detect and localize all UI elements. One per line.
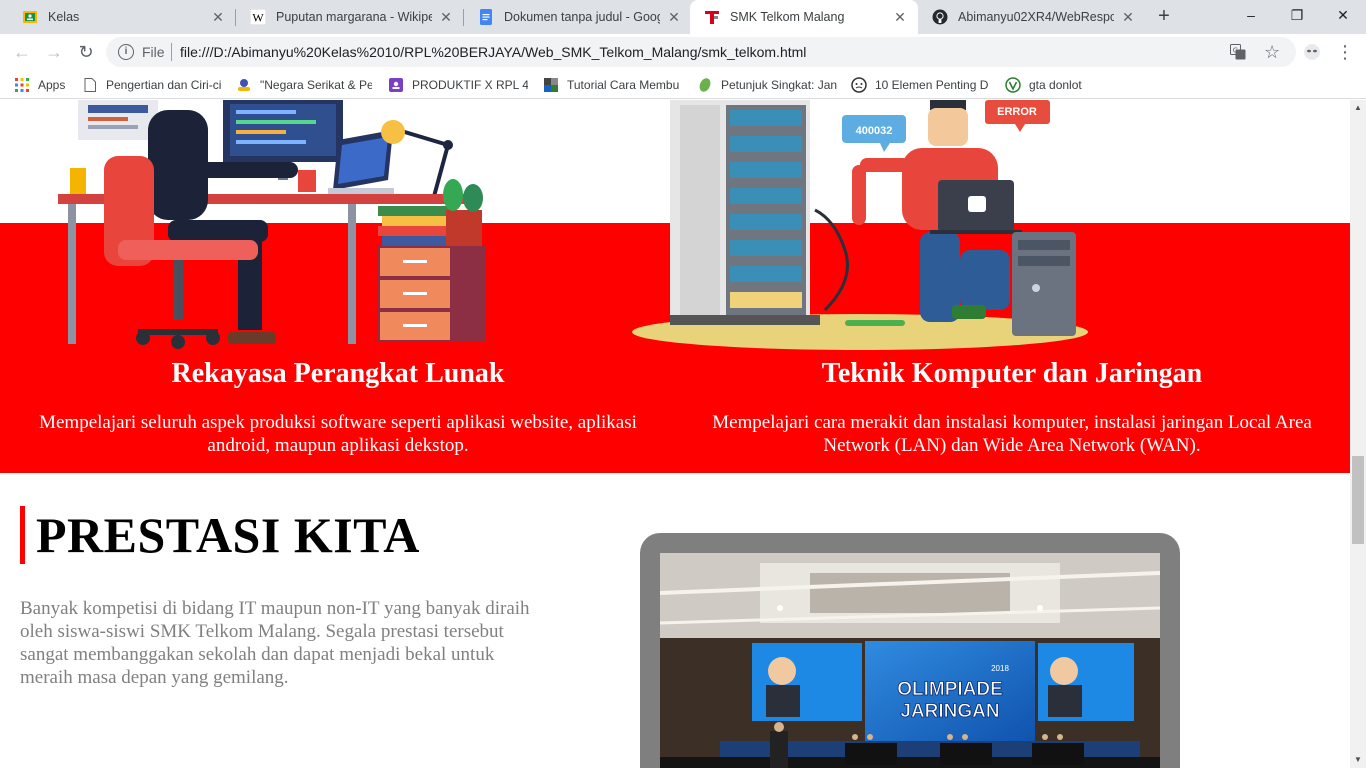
tab-strip: Kelas ✕ W Puputan margarana - Wikipedia …	[0, 0, 1366, 34]
tab-title: Abimanyu02XR4/WebResponsive	[958, 10, 1114, 24]
site-icon	[236, 77, 252, 93]
address-bar[interactable]: i File file:///D:/Abimanyu%20Kelas%2010/…	[106, 37, 1296, 67]
tab-title: SMK Telkom Malang	[730, 10, 845, 24]
olimpiade-jaringan-photo: 2018 OLIMPIADE JARINGAN	[660, 553, 1160, 768]
prestasi-paragraph: Banyak kompetisi di bidang IT maupun non…	[20, 598, 530, 688]
close-tab-icon[interactable]: ✕	[438, 9, 454, 25]
scroll-up-icon[interactable]: ▲	[1350, 100, 1366, 116]
bookmark-label: gta donlot	[1029, 78, 1082, 92]
menu-icon[interactable]: ⋮	[1333, 40, 1357, 64]
maximize-button[interactable]: ❐	[1274, 0, 1320, 30]
classroom-icon	[388, 77, 404, 93]
scheme-label: File	[142, 44, 165, 60]
tab-title: Dokumen tanpa judul - Google Dokumen	[504, 10, 660, 24]
major-title-tkj: Teknik Komputer dan Jaringan	[821, 358, 1203, 389]
close-window-button[interactable]: ✕	[1320, 0, 1366, 30]
page-viewport: 400032 ERROR Rekayasa Perangkat Lunak Me…	[0, 100, 1350, 768]
close-tab-icon[interactable]: ✕	[210, 9, 226, 25]
leaf-icon	[697, 77, 713, 93]
bookmark-label: "Negara Serikat & Pe	[260, 78, 372, 92]
svg-text:W: W	[252, 11, 264, 25]
omnibox-divider	[171, 43, 172, 61]
bookmark-item[interactable]: PRODUKTIF X RPL 4 -	[388, 76, 528, 94]
major-description-rpl: Mempelajari seluruh aspek produksi softw…	[39, 412, 637, 456]
screen-title-line1: OLIMPIADE	[897, 679, 1003, 700]
bookmark-label: Pengertian dan Ciri-ciri	[106, 78, 222, 92]
svg-text:G: G	[1233, 47, 1238, 55]
page-icon	[82, 77, 98, 93]
bookmark-label: Petunjuk Singkat: Jan	[721, 78, 837, 92]
bookmark-label: PRODUKTIF X RPL 4 -	[412, 78, 528, 92]
reload-button[interactable]: ↻	[74, 40, 98, 64]
url-text[interactable]: file:///D:/Abimanyu%20Kelas%2010/RPL%20B…	[180, 44, 806, 60]
scrollbar-thumb[interactable]	[1352, 456, 1364, 544]
tab-github[interactable]: Abimanyu02XR4/WebResponsive ✕	[918, 0, 1146, 34]
section-accent-bar	[20, 506, 25, 564]
bookmark-label: Tutorial Cara Membu	[567, 78, 680, 92]
close-tab-icon[interactable]: ✕	[666, 9, 682, 25]
tab-wikipedia[interactable]: W Puputan margarana - Wikipedia ✕	[236, 0, 464, 34]
bookmark-item[interactable]: 10 Elemen Penting D	[851, 76, 991, 94]
tab-google-docs[interactable]: Dokumen tanpa judul - Google Dokumen ✕	[464, 0, 692, 34]
bubble-error-label: ERROR	[997, 106, 1037, 118]
back-button[interactable]: ←	[10, 40, 34, 64]
bookmark-item[interactable]: Pengertian dan Ciri-ciri	[82, 76, 222, 94]
close-tab-icon[interactable]: ✕	[892, 9, 908, 25]
bookmarks-bar: Apps Pengertian dan Ciri-ciri "Negara Se…	[0, 70, 1366, 99]
tab-title: Puputan margarana - Wikipedia	[276, 10, 432, 24]
major-description-tkj: Mempelajari cara merakit dan instalasi k…	[712, 412, 1312, 456]
star-icon[interactable]: ☆	[1264, 42, 1280, 63]
close-tab-icon[interactable]: ✕	[1120, 9, 1136, 25]
prestasi-heading: PRESTASI KITA	[36, 507, 420, 563]
bubble-number-label: 400032	[856, 125, 893, 137]
bookmark-label: Apps	[38, 78, 66, 92]
network-technician-illustration: 400032 ERROR	[632, 100, 1088, 350]
bookmark-item[interactable]: gta donlot	[1005, 76, 1105, 94]
wikipedia-icon: W	[250, 9, 266, 25]
bookmark-item[interactable]: "Negara Serikat & Pe	[236, 76, 372, 94]
tab-smk-telkom[interactable]: SMK Telkom Malang ✕	[690, 0, 918, 34]
browser-toolbar: ← → ↻ i File file:///D:/Abimanyu%20Kelas…	[0, 34, 1366, 70]
site-icon	[851, 77, 867, 93]
bookmark-item[interactable]: Tutorial Cara Membu	[543, 76, 683, 94]
github-icon	[932, 9, 948, 25]
tab-kelas[interactable]: Kelas ✕	[8, 0, 236, 34]
translate-icon[interactable]: G	[1230, 44, 1246, 64]
new-tab-button[interactable]: +	[1152, 5, 1176, 29]
google-classroom-icon	[22, 9, 38, 25]
forward-button[interactable]: →	[42, 40, 66, 64]
google-docs-icon	[478, 9, 494, 25]
scroll-down-icon[interactable]: ▼	[1350, 752, 1366, 768]
extension-icon[interactable]	[1300, 40, 1324, 64]
major-title-rpl: Rekayasa Perangkat Lunak	[171, 358, 505, 389]
bookmark-item[interactable]: Petunjuk Singkat: Jan	[697, 76, 837, 94]
site-icon	[543, 77, 559, 93]
page-scrollbar[interactable]: ▲ ▼	[1350, 100, 1366, 768]
minimize-button[interactable]: –	[1228, 0, 1274, 30]
bookmark-apps[interactable]: Apps	[14, 76, 65, 94]
apps-grid-icon	[14, 77, 30, 93]
screen-title-line2: JARINGAN	[900, 701, 999, 722]
bookmark-label: 10 Elemen Penting D	[875, 78, 989, 92]
telkom-icon	[704, 9, 720, 25]
site-icon	[1005, 77, 1021, 93]
info-icon[interactable]: i	[118, 44, 134, 60]
tab-title: Kelas	[48, 10, 80, 24]
software-developer-illustration	[58, 100, 486, 349]
screen-year: 2018	[991, 664, 1009, 673]
